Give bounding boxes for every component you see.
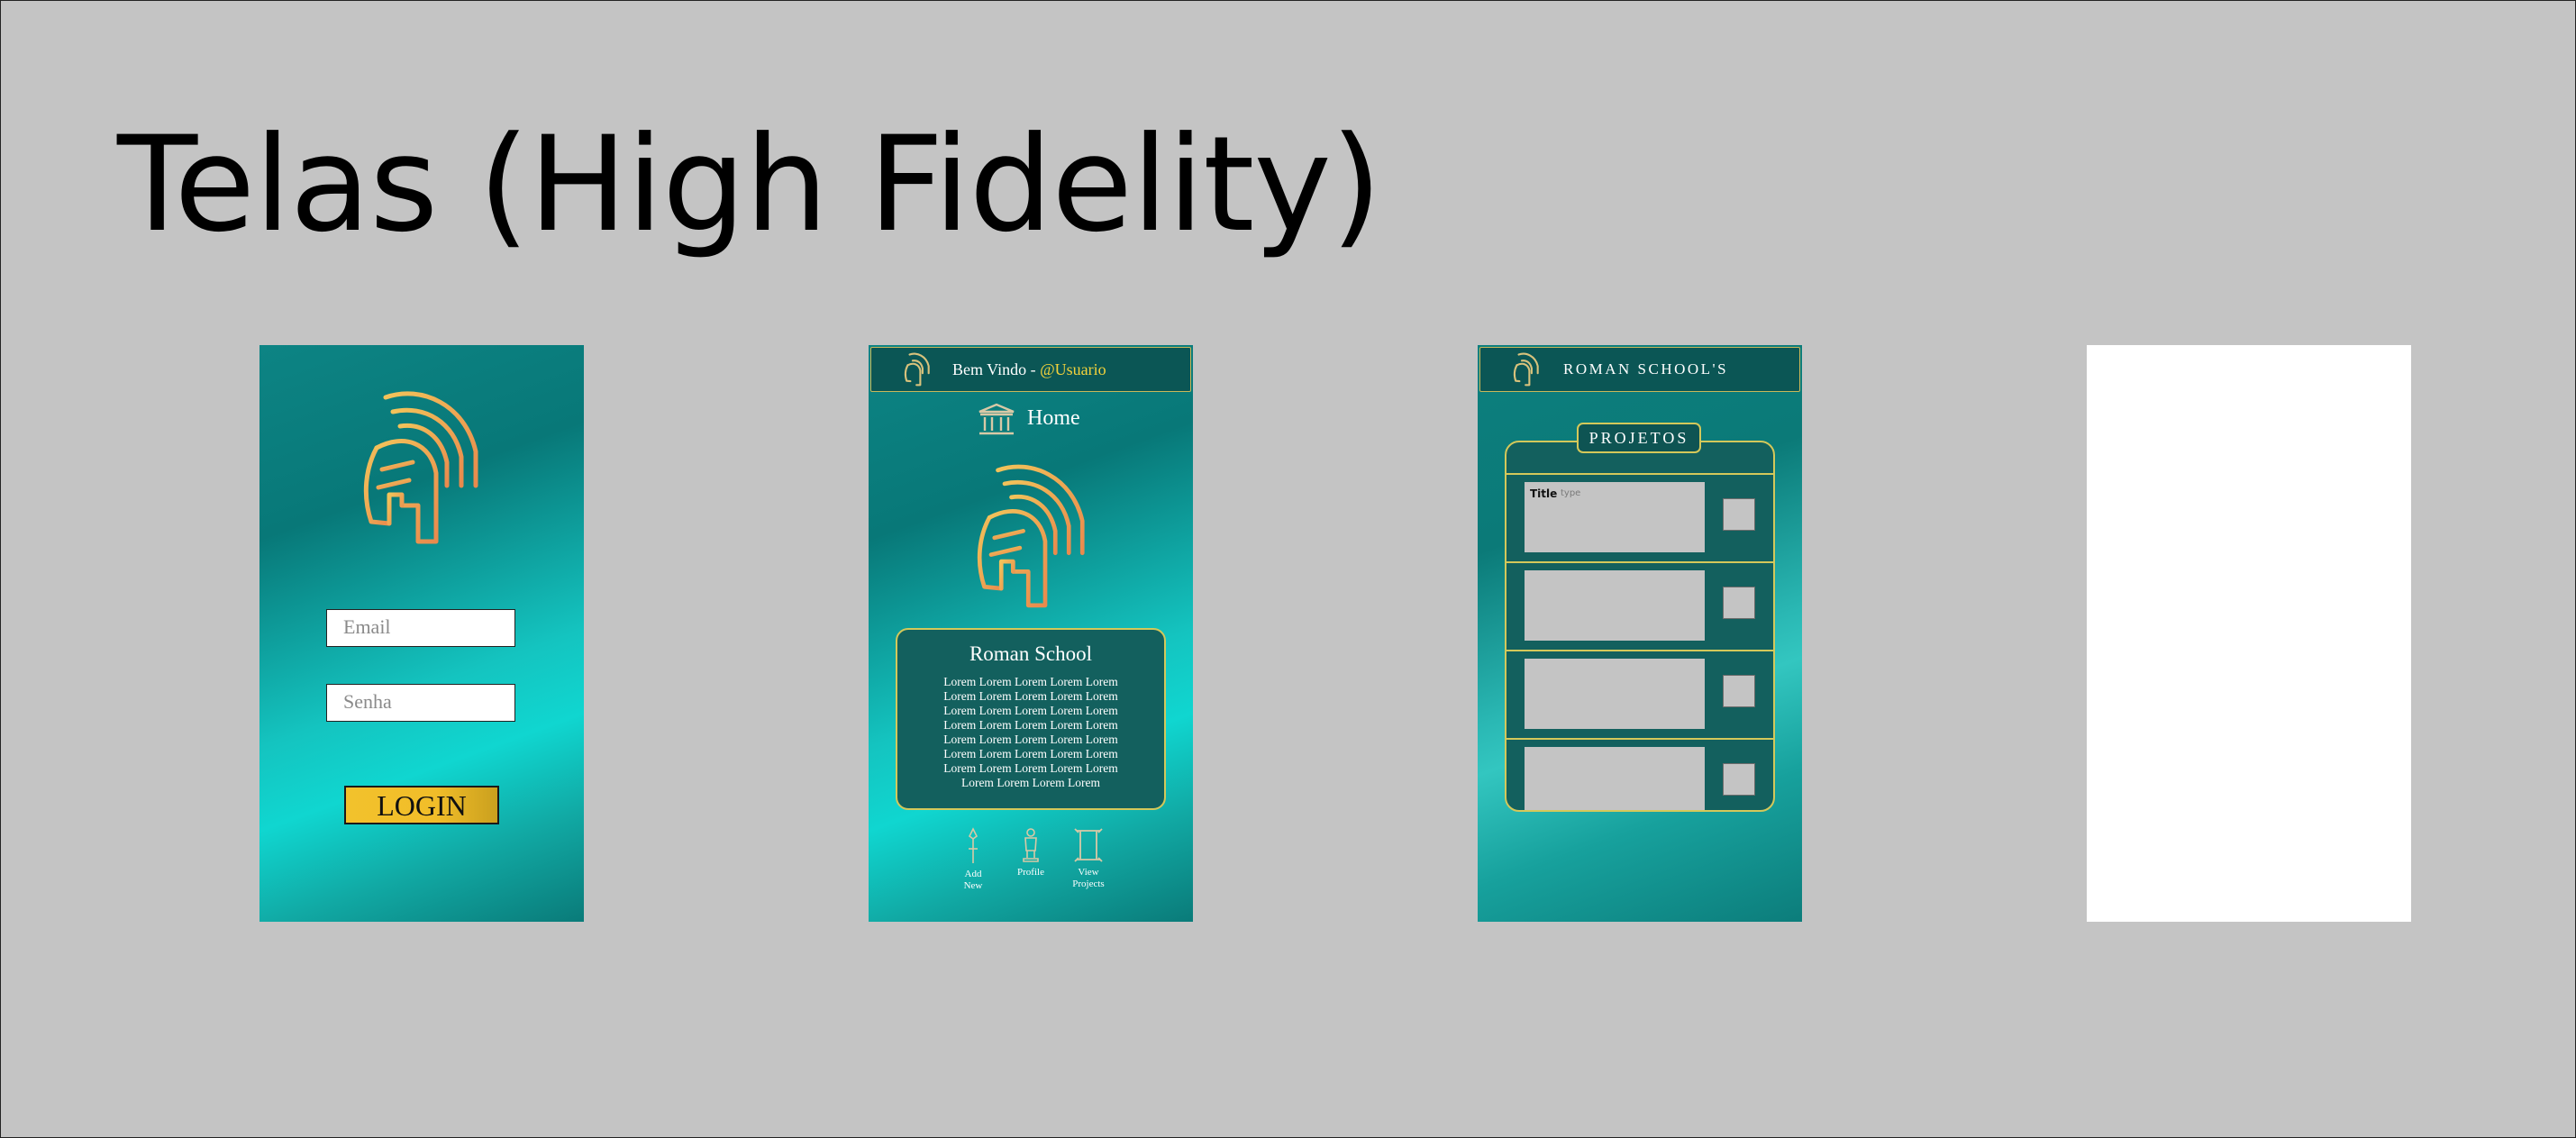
nav-view-projects[interactable]: View Projects [1057, 827, 1120, 890]
scroll-icon [1074, 828, 1103, 862]
blank-screen [2087, 345, 2411, 922]
project-thumbnail[interactable]: Title type [1525, 482, 1705, 552]
helmet-small-icon [1513, 352, 1539, 387]
nav-view-projects-label-2: Projects [1072, 879, 1105, 889]
home-screen: Bem Vindo - @Usuario Home Roman School L… [869, 345, 1193, 922]
project-thumbnail[interactable] [1525, 659, 1705, 729]
projects-header-title: ROMAN SCHOOL'S [1563, 360, 1729, 378]
welcome-prefix: Bem Vindo - [952, 360, 1041, 378]
login-screen: Email Senha LOGIN [259, 345, 584, 922]
card-line: Lorem Lorem Lorem Lorem Lorem [943, 761, 1118, 775]
card-line: Lorem Lorem Lorem Lorem Lorem [943, 718, 1118, 732]
project-title: Title [1530, 487, 1558, 500]
project-thumbnail[interactable] [1525, 570, 1705, 641]
home-label: Home [1027, 406, 1080, 430]
nav-profile[interactable]: Profile [999, 827, 1062, 879]
welcome-text: Bem Vindo - @Usuario [952, 360, 1106, 379]
card-title: Roman School [969, 642, 1093, 665]
project-item[interactable] [1506, 738, 1773, 810]
projects-screen: ROMAN SCHOOL'S PROJETOS Title type [1478, 345, 1802, 922]
helmet-logo-icon [363, 391, 478, 544]
card-line: Lorem Lorem Lorem Lorem Lorem [943, 747, 1118, 760]
project-checkbox[interactable] [1723, 675, 1755, 707]
project-item[interactable]: Title type [1506, 473, 1773, 560]
card-line: Lorem Lorem Lorem Lorem Lorem [943, 704, 1118, 717]
project-checkbox[interactable] [1723, 587, 1755, 619]
spear-icon [968, 827, 979, 863]
card-line: Lorem Lorem Lorem Lorem Lorem [943, 733, 1118, 746]
statue-icon [1023, 828, 1039, 862]
project-type: type [1561, 488, 1581, 498]
info-card: Roman School Lorem Lorem Lorem Lorem Lor… [896, 628, 1166, 810]
card-body: Lorem Lorem Lorem Lorem Lorem Lorem Lore… [932, 675, 1130, 790]
password-field[interactable]: Senha [326, 684, 515, 722]
nav-add-new[interactable]: Add New [942, 827, 1005, 892]
project-item[interactable] [1506, 650, 1773, 736]
projects-list: Title type [1505, 441, 1775, 812]
home-header: Bem Vindo - @Usuario [870, 347, 1191, 392]
card-line: Lorem Lorem Lorem Lorem [960, 776, 1101, 789]
username-link[interactable]: @Usuario [1040, 360, 1106, 378]
card-line: Lorem Lorem Lorem Lorem Lorem [943, 675, 1118, 688]
project-thumbnail[interactable] [1525, 747, 1705, 810]
nav-add-new-label-2: New [963, 880, 983, 891]
email-field[interactable]: Email [326, 609, 515, 647]
helmet-logo-icon [977, 464, 1085, 608]
nav-add-new-label-1: Add [964, 869, 982, 879]
project-checkbox[interactable] [1723, 498, 1755, 531]
nav-view-projects-label-1: View [1078, 867, 1099, 878]
temple-icon [979, 403, 1015, 435]
card-line: Lorem Lorem Lorem Lorem Lorem [943, 689, 1118, 703]
login-button[interactable]: LOGIN [344, 786, 499, 824]
helmet-small-icon [904, 352, 930, 387]
project-checkbox[interactable] [1723, 763, 1755, 796]
projects-badge: PROJETOS [1577, 423, 1701, 453]
page-title: Telas (High Fidelity) [117, 108, 1382, 261]
nav-profile-label: Profile [1017, 867, 1044, 878]
project-item[interactable] [1506, 561, 1773, 648]
projects-header: ROMAN SCHOOL'S [1479, 347, 1800, 392]
